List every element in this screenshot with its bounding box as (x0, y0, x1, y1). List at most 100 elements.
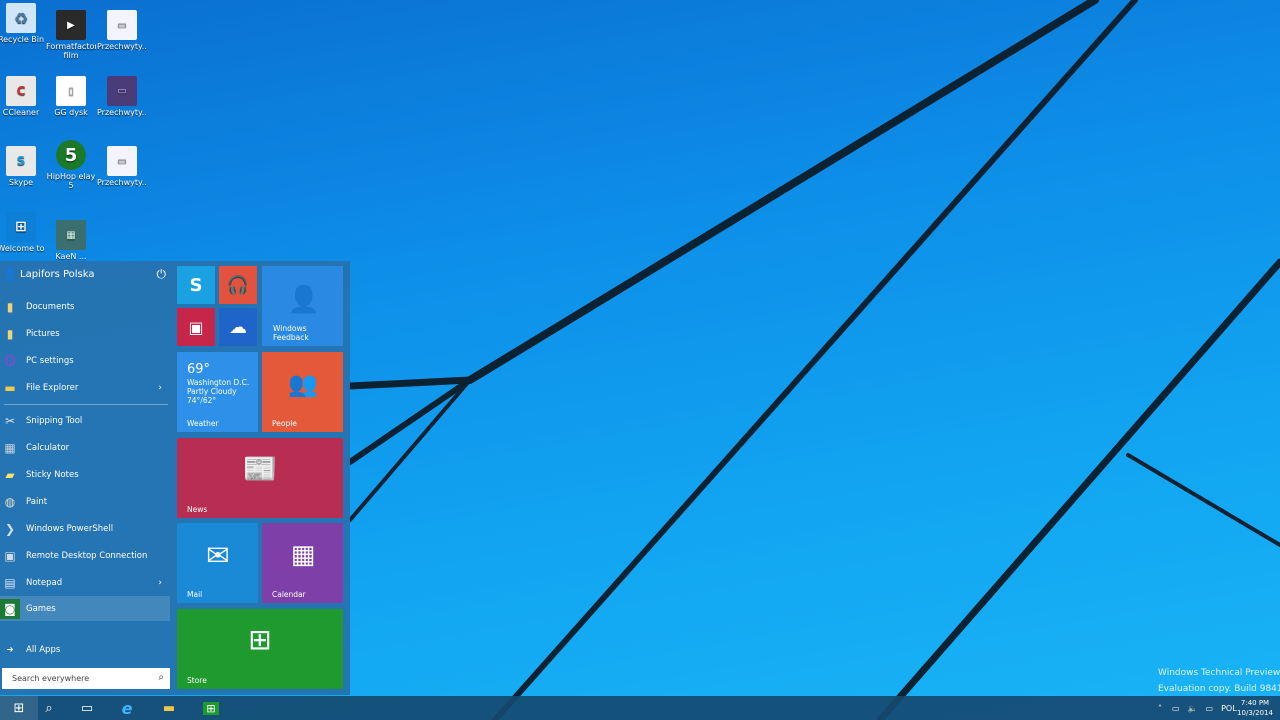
start-item-snipping-tool[interactable]: ✂ Snipping Tool (0, 408, 170, 433)
start-item-sticky-notes[interactable]: ▰ Sticky Notes (0, 462, 170, 487)
start-menu: 👤 Lapifors Polska ⏻ ▮ Documents ▮ Pictur… (0, 261, 350, 695)
desktop-icon-label: Welcome to (0, 244, 45, 253)
tile-people[interactable]: 👥 People (262, 352, 343, 432)
start-item-paint[interactable]: ◍ Paint (0, 489, 170, 514)
tile-label: News (187, 505, 208, 514)
start-item-label: Documents (26, 301, 75, 312)
skype-icon: S (189, 274, 203, 296)
image-file-icon: ▭ (107, 76, 137, 106)
recycle-bin-icon: ♻ (6, 3, 36, 33)
start-item-documents[interactable]: ▮ Documents (0, 294, 170, 319)
taskbar-search-button[interactable]: ⌕ (30, 696, 68, 720)
clock[interactable]: 7:40 PM 10/3/2014 (1230, 698, 1280, 718)
tile-video[interactable]: ▣ (177, 308, 215, 346)
start-item-label: Windows PowerShell (26, 523, 114, 534)
people-icon: 👥 (288, 370, 318, 398)
start-item-label: Snipping Tool (26, 415, 83, 426)
start-item-remote-desktop[interactable]: ▣ Remote Desktop Connection (0, 543, 170, 568)
taskbar-internet-explorer[interactable]: e (108, 696, 146, 720)
desktop-icon-welcome[interactable]: ⊞ Welcome to (0, 212, 46, 253)
chevron-right-icon[interactable]: › (158, 383, 162, 393)
photo-icon: ▦ (56, 220, 86, 250)
network-icon[interactable]: ▭ (1172, 704, 1180, 713)
image-file-icon: ▭ (107, 146, 137, 176)
start-item-notepad[interactable]: ▤ Notepad › (0, 570, 170, 595)
taskbar-store[interactable]: ⊞ (192, 696, 230, 720)
desktop-icon-label: Przechwyty... (97, 108, 147, 117)
desktop-icon-przechwyty-1[interactable]: ▭ Przechwyty... (97, 10, 147, 51)
watermark-line2: Evaluation copy. Build 9841 (1158, 684, 1280, 694)
desktop-icon-label: Przechwyty... (97, 42, 147, 51)
start-item-label: Paint (26, 496, 48, 507)
gamepad-icon: ◙ (0, 598, 20, 619)
desktop-icon-recycle-bin[interactable]: ♻ Recycle Bin (0, 3, 46, 44)
desktop-icon-gg-dysk[interactable]: ▯ GG dysk (46, 76, 96, 117)
tile-label: Store (187, 676, 207, 685)
desktop-icon-hiphop[interactable]: 5 HipHop elay 5 (46, 140, 96, 190)
search-icon[interactable]: ⌕ (158, 672, 164, 683)
desktop-icon-przechwyty-3[interactable]: ▭ Przechwyty... (97, 146, 147, 187)
start-item-pictures[interactable]: ▮ Pictures (0, 321, 170, 346)
start-item-label: File Explorer (26, 382, 79, 393)
weather-temp: 69° (187, 362, 211, 377)
skype-shortcut-icon: S (6, 146, 36, 176)
weather-condition: Partly Cloudy (187, 387, 237, 396)
desktop-icon-kaen[interactable]: ▦ KaeN ... (46, 220, 96, 261)
desktop-icon-label: HipHop elay 5 (46, 172, 96, 190)
chevron-right-icon[interactable]: › (158, 578, 162, 588)
desktop-icon-przechwyty-2[interactable]: ▭ Przechwyty... (97, 76, 147, 117)
folder-icon: ▬ (162, 700, 176, 716)
sticky-note-icon: ▰ (5, 467, 15, 482)
desktop-icon-label: CCleaner (2, 108, 40, 117)
ccleaner-icon: C (6, 76, 36, 106)
tile-mail[interactable]: ✉ Mail (177, 523, 258, 603)
tile-calendar[interactable]: ▦ Calendar (262, 523, 343, 603)
notification-icon[interactable]: ▭ (1206, 704, 1214, 713)
start-item-label: Pictures (26, 328, 60, 339)
start-menu-left-pane: 👤 Lapifors Polska ⏻ ▮ Documents ▮ Pictur… (0, 261, 172, 695)
tile-label: Windows Feedback (273, 324, 309, 342)
tile-news[interactable]: 📰 News (177, 438, 343, 518)
tile-onedrive[interactable]: ☁ (219, 308, 257, 346)
tile-skype[interactable]: S (177, 266, 215, 304)
tile-music[interactable]: 🎧 (219, 266, 257, 304)
arrow-right-icon: ➔ (6, 645, 14, 655)
search-input[interactable]: Search everywhere ⌕ (2, 668, 170, 689)
pictures-icon: ▮ (6, 326, 14, 341)
start-item-file-explorer[interactable]: ▬ File Explorer › (0, 375, 170, 400)
internet-explorer-icon: e (121, 698, 133, 718)
start-item-games[interactable]: ◙ Games (0, 596, 170, 621)
start-item-pc-settings[interactable]: ⚙ PC settings (0, 348, 170, 373)
taskbar-file-explorer[interactable]: ▬ (150, 696, 188, 720)
tile-windows-feedback[interactable]: 👤 Windows Feedback (262, 266, 343, 346)
desktop-icon-formatfactory[interactable]: ▶ Formatfactory film (46, 10, 96, 60)
chevron-up-icon[interactable]: ˄ (1158, 704, 1162, 713)
desktop-icon-ccleaner[interactable]: C CCleaner (0, 76, 46, 117)
power-icon[interactable]: ⏻ (157, 267, 167, 282)
task-view-icon: ▭ (80, 700, 94, 716)
start-item-label: Games (26, 603, 56, 614)
all-apps-button[interactable]: ➔ All Apps (0, 639, 170, 661)
cloud-icon: ☁ (229, 316, 247, 338)
desktop-icon-skype[interactable]: S Skype (0, 146, 46, 187)
tile-store[interactable]: ⊞ Store (177, 609, 343, 689)
start-item-calculator[interactable]: ▦ Calculator (0, 435, 170, 460)
user-name: Lapifors Polska (20, 268, 95, 280)
user-account-button[interactable]: 👤 Lapifors Polska ⏻ (0, 261, 172, 287)
desktop-icon-label: Przechwyty... (97, 178, 147, 187)
search-icon: ⌕ (45, 700, 53, 716)
system-tray: ˄ ▭ 🔈 ▭ POL (1158, 696, 1237, 720)
start-item-label: Sticky Notes (26, 469, 79, 480)
weather-city: Washington D.C. (187, 378, 250, 387)
store-bag-icon: ⊞ (248, 622, 272, 656)
start-item-label: Notepad (26, 577, 63, 588)
tile-weather[interactable]: 69° Washington D.C. Partly Cloudy 74°/62… (177, 352, 258, 432)
documents-icon: ▮ (6, 299, 14, 314)
tile-label: Mail (187, 590, 203, 599)
start-item-powershell[interactable]: ❯ Windows PowerShell (0, 516, 170, 541)
start-item-label: PC settings (26, 355, 74, 366)
volume-icon[interactable]: 🔈 (1188, 704, 1198, 713)
task-view-button[interactable]: ▭ (68, 696, 106, 720)
start-item-label: Calculator (26, 442, 70, 453)
store-icon: ⊞ (203, 701, 219, 715)
